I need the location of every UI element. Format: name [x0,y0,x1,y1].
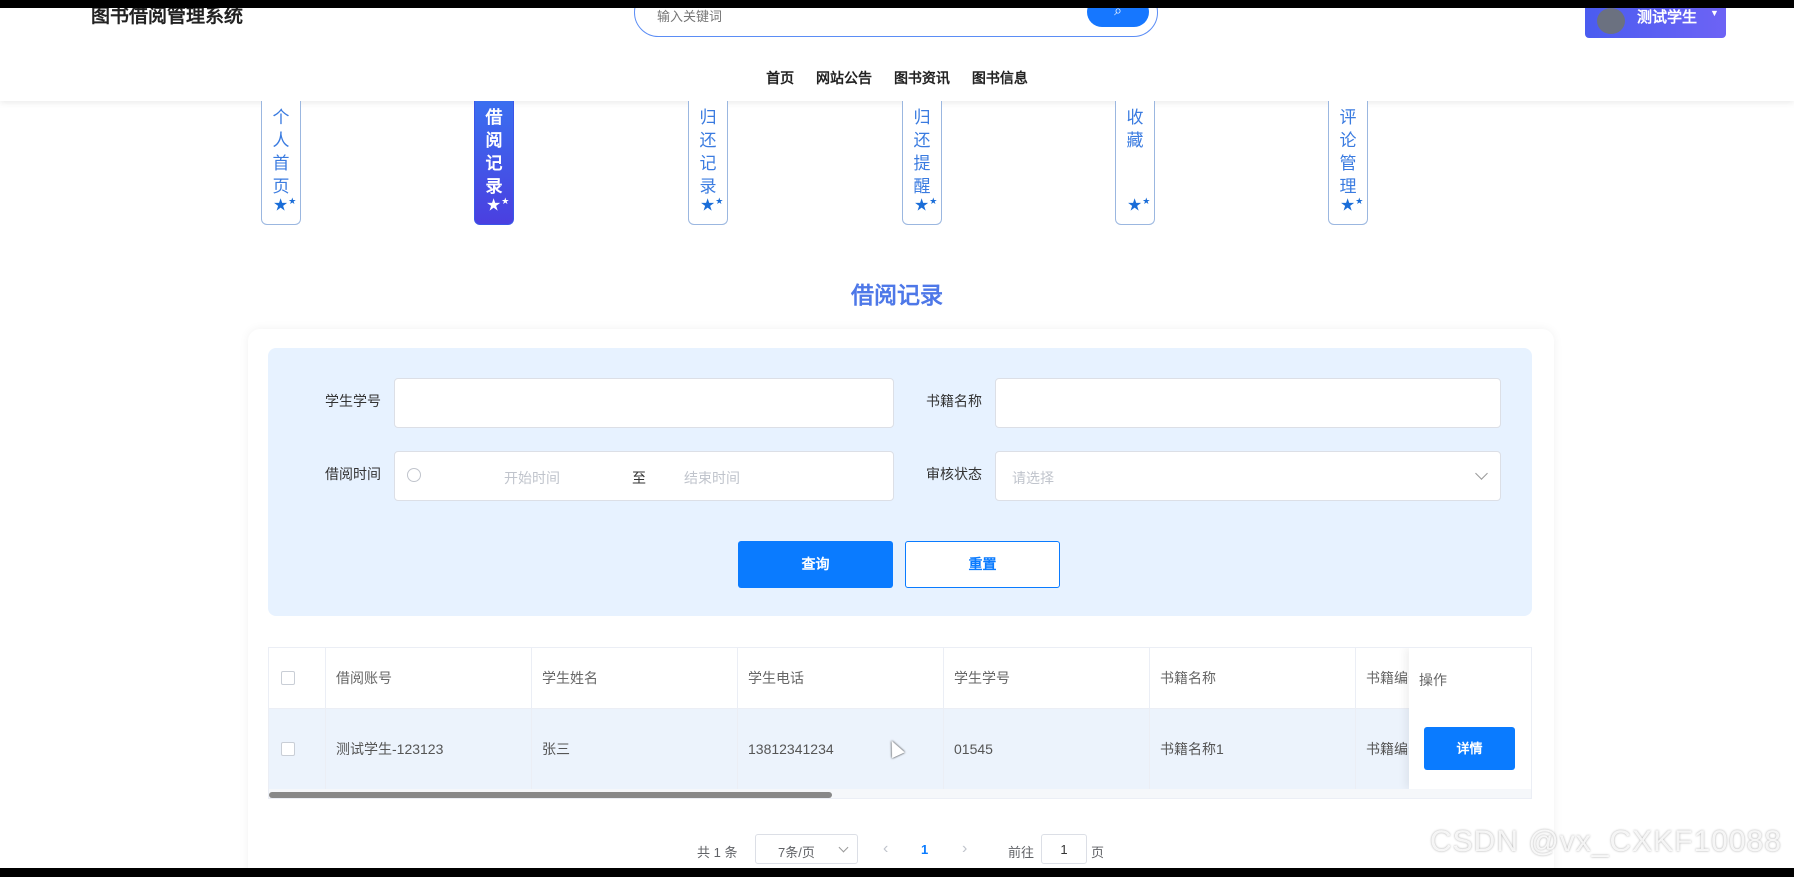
prev-page-button[interactable]: ‹ [883,840,888,858]
page-size-select[interactable]: 7条/页 [755,834,858,864]
horizontal-scrollbar[interactable] [269,789,1531,798]
col-header-borrow-account[interactable]: 借阅账号 [326,648,532,708]
watermark: CSDN @vx_CXKF10088 [1430,825,1782,858]
query-button[interactable]: 查询 [738,541,893,588]
chevron-down-icon: ▼ [1710,8,1719,18]
reset-button[interactable]: 重置 [905,541,1060,588]
cell-student-name: 张三 [532,709,738,789]
tab-comment-management[interactable]: 评论管理 ★★ [1328,101,1368,225]
tab-label: 归还记录 [699,108,717,196]
next-page-button[interactable]: › [962,840,967,858]
student-id-label: 学生学号 [325,393,381,409]
star-icon: ★★ [1340,196,1364,215]
page-number-current[interactable]: 1 [921,842,928,857]
end-date-input[interactable]: 结束时间 [637,468,787,488]
star-icon: ★★ [486,196,510,215]
clock-icon [407,468,421,482]
goto-page-input[interactable]: 1 [1041,834,1087,864]
nav-item-book-info[interactable]: 图书信息 [972,68,1028,88]
col-header-student-id[interactable]: 学生学号 [944,648,1150,708]
goto-unit: 页 [1091,845,1105,860]
records-card: 学生学号 书籍名称 借阅时间 开始时间 至 结束时间 审核状态 请选择 查询 重… [248,329,1554,868]
search-input[interactable] [657,9,1037,24]
star-icon: ★★ [273,196,297,215]
row-select-cell [269,709,326,789]
goto-label: 前往 [1008,845,1035,860]
tab-favorites[interactable]: 收藏 ★★ [1115,101,1155,225]
col-header-student-phone[interactable]: 学生电话 [738,648,944,708]
table-header: 借阅账号 学生姓名 学生电话 学生学号 书籍名称 书籍编号 [269,648,1531,709]
chevron-down-icon [838,842,849,853]
filter-panel: 学生学号 书籍名称 借阅时间 开始时间 至 结束时间 审核状态 请选择 查询 重… [268,348,1532,616]
cell-student-phone: 13812341234 [738,709,944,789]
audit-status-label: 审核状态 [926,466,982,482]
avatar [1597,8,1625,34]
audit-status-placeholder: 请选择 [1012,470,1054,486]
search-box: ⌕ [634,8,1158,37]
star-icon: ★★ [914,196,938,215]
row-checkbox[interactable] [281,742,295,756]
tab-label: 借阅记录 [485,108,503,196]
detail-button[interactable]: 详情 [1424,727,1515,770]
chevron-down-icon [1475,467,1488,480]
col-header-book-name[interactable]: 书籍名称 [1150,648,1356,708]
student-id-input[interactable] [394,378,894,428]
tab-personal-home[interactable]: 个人首页 ★★ [261,101,301,225]
select-all-checkbox[interactable] [281,671,295,685]
user-name: 测试学生 [1637,9,1698,26]
tab-label: 收藏 [1126,108,1144,150]
main-nav: 首页 网站公告 图书资讯 图书信息 [0,68,1794,88]
cell-book-name: 书籍名称1 [1150,709,1356,789]
search-button[interactable]: ⌕ [1087,8,1149,27]
tab-label: 个人首页 [272,108,290,196]
book-name-input[interactable] [995,378,1501,428]
borrow-time-label: 借阅时间 [325,466,381,482]
scrollbar-thumb[interactable] [269,792,832,798]
page-size-value: 7条/页 [778,845,815,860]
star-icon: ★★ [1127,196,1151,215]
col-header-operations: 操作 [1419,672,1447,688]
user-menu-button[interactable]: 测试学生 ▼ [1585,8,1726,38]
page-title: 借阅记录 [851,282,943,308]
tab-return-records[interactable]: 归还记录 ★★ [688,101,728,225]
nav-item-home[interactable]: 首页 [766,68,794,88]
operations-column: 操作 详情 [1409,648,1531,789]
nav-item-book-news[interactable]: 图书资讯 [894,68,950,88]
tab-label: 归还提醒 [913,108,931,196]
start-date-input[interactable]: 开始时间 [457,468,607,488]
tab-return-reminder[interactable]: 归还提醒 ★★ [902,101,942,225]
app-screen: 图书借阅管理系统 ⌕ 测试学生 ▼ 首页 网站公告 图书资讯 图书信息 个人首页… [0,8,1794,868]
cell-student-id: 01545 [944,709,1150,789]
book-name-label: 书籍名称 [926,393,982,409]
tab-label: 评论管理 [1339,108,1357,196]
audit-status-select[interactable]: 请选择 [995,451,1501,501]
search-icon: ⌕ [1114,8,1122,18]
star-icon: ★★ [700,196,724,215]
tab-borrow-records[interactable]: 借阅记录 ★★ [474,101,514,225]
cell-borrow-account: 测试学生-123123 [326,709,532,789]
site-logo[interactable]: 图书借阅管理系统 [91,8,243,28]
nav-item-announcements[interactable]: 网站公告 [816,68,872,88]
top-header: 图书借阅管理系统 ⌕ 测试学生 ▼ 首页 网站公告 图书资讯 图书信息 [0,8,1794,101]
pagination-total: 共 1 条 [697,845,738,860]
col-header-student-name[interactable]: 学生姓名 [532,648,738,708]
select-all-cell [269,648,326,708]
borrow-date-range[interactable]: 开始时间 至 结束时间 [394,451,894,501]
pagination: 共 1 条 7条/页 ‹ 1 › 前往 1 页 [248,834,1554,864]
records-table: 借阅账号 学生姓名 学生电话 学生学号 书籍名称 书籍编号 测试学生-12312… [268,647,1532,799]
